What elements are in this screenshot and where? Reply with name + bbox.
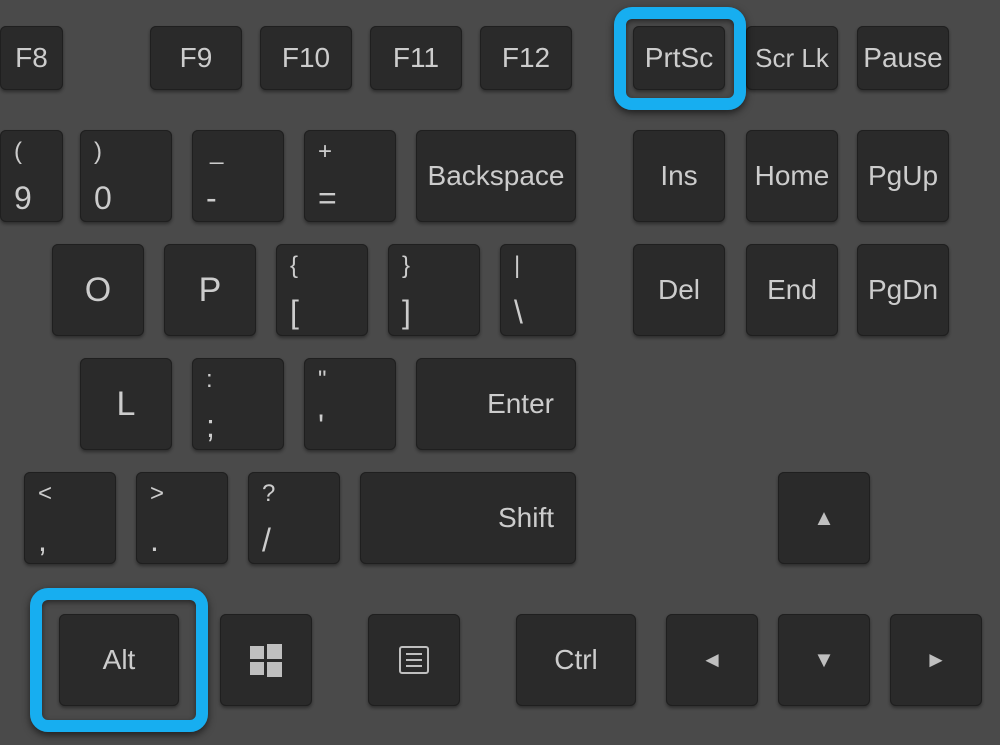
key-label: Home <box>755 160 830 192</box>
key-upper: ) <box>94 140 102 164</box>
key-label: F10 <box>282 42 330 74</box>
key-menu[interactable] <box>368 614 460 706</box>
key-label: F12 <box>502 42 550 74</box>
key-label: F9 <box>180 42 213 74</box>
key-pause[interactable]: Pause <box>857 26 949 90</box>
key-lower: - <box>206 182 217 214</box>
windows-icon <box>249 643 283 677</box>
key-arrow-up[interactable]: ▲ <box>778 472 870 564</box>
key-label: End <box>767 274 817 306</box>
key-prtsc[interactable]: PrtSc <box>633 26 725 90</box>
keyboard: F8 F9 F10 F11 F12 PrtSc Scr Lk Pause ( 9… <box>0 0 1000 745</box>
key-l[interactable]: L <box>80 358 172 450</box>
key-minus[interactable]: _ - <box>192 130 284 222</box>
key-enter[interactable]: Enter <box>416 358 576 450</box>
key-f12[interactable]: F12 <box>480 26 572 90</box>
key-alt[interactable]: Alt <box>59 614 179 706</box>
key-upper: _ <box>206 140 223 164</box>
key-arrow-down[interactable]: ▼ <box>778 614 870 706</box>
key-upper: : <box>206 368 213 392</box>
key-f11[interactable]: F11 <box>370 26 462 90</box>
key-0[interactable]: ) 0 <box>80 130 172 222</box>
key-label: Del <box>658 274 700 306</box>
key-label: Shift <box>498 502 554 534</box>
key-upper: < <box>38 482 52 506</box>
key-label: Scr Lk <box>755 43 829 74</box>
key-lower: ' <box>318 410 324 442</box>
key-lower: = <box>318 182 337 214</box>
arrow-right-icon: ► <box>925 647 947 673</box>
key-period[interactable]: > . <box>136 472 228 564</box>
key-o[interactable]: O <box>52 244 144 336</box>
key-lower: / <box>262 524 271 556</box>
key-label: F8 <box>15 42 48 74</box>
key-upper: " <box>318 368 327 392</box>
menu-icon <box>399 646 429 674</box>
key-upper: } <box>402 254 410 278</box>
key-9[interactable]: ( 9 <box>0 130 63 222</box>
key-backslash[interactable]: | \ <box>500 244 576 336</box>
key-del[interactable]: Del <box>633 244 725 336</box>
key-label: PrtSc <box>645 42 713 74</box>
key-upper: | <box>514 254 520 278</box>
key-lower: \ <box>514 296 523 328</box>
key-end[interactable]: End <box>746 244 838 336</box>
key-lower: 0 <box>94 182 112 214</box>
key-ins[interactable]: Ins <box>633 130 725 222</box>
key-comma[interactable]: < , <box>24 472 116 564</box>
key-scrlk[interactable]: Scr Lk <box>746 26 838 90</box>
key-lower: , <box>38 524 47 556</box>
key-bracket-right[interactable]: } ] <box>388 244 480 336</box>
key-lower: 9 <box>14 182 32 214</box>
key-label: Ctrl <box>554 644 598 676</box>
key-label: L <box>117 385 136 424</box>
key-slash[interactable]: ? / <box>248 472 340 564</box>
key-arrow-right[interactable]: ► <box>890 614 982 706</box>
key-label: Ins <box>660 160 697 192</box>
key-f10[interactable]: F10 <box>260 26 352 90</box>
key-label: P <box>199 271 222 310</box>
key-lower: ; <box>206 410 215 442</box>
key-label: PgUp <box>868 160 938 192</box>
key-p[interactable]: P <box>164 244 256 336</box>
key-label: Alt <box>103 644 136 676</box>
key-ctrl[interactable]: Ctrl <box>516 614 636 706</box>
key-upper: { <box>290 254 298 278</box>
key-home[interactable]: Home <box>746 130 838 222</box>
key-label: Pause <box>863 42 942 74</box>
key-lower: [ <box>290 296 299 328</box>
arrow-down-icon: ▼ <box>813 647 835 673</box>
key-backspace[interactable]: Backspace <box>416 130 576 222</box>
key-pgdn[interactable]: PgDn <box>857 244 949 336</box>
key-bracket-left[interactable]: { [ <box>276 244 368 336</box>
key-shift[interactable]: Shift <box>360 472 576 564</box>
arrow-up-icon: ▲ <box>813 505 835 531</box>
key-quote[interactable]: " ' <box>304 358 396 450</box>
key-equals[interactable]: + = <box>304 130 396 222</box>
key-label: F11 <box>393 42 439 74</box>
key-upper: ? <box>262 482 275 506</box>
key-label: PgDn <box>868 274 938 306</box>
key-f8[interactable]: F8 <box>0 26 63 90</box>
arrow-left-icon: ◄ <box>701 647 723 673</box>
key-pgup[interactable]: PgUp <box>857 130 949 222</box>
key-label: Backspace <box>428 160 565 192</box>
key-f9[interactable]: F9 <box>150 26 242 90</box>
key-upper: + <box>318 140 332 164</box>
key-lower: . <box>150 524 159 556</box>
key-label: O <box>85 271 111 310</box>
key-label: Enter <box>487 388 554 420</box>
key-semicolon[interactable]: : ; <box>192 358 284 450</box>
key-upper: ( <box>14 140 22 164</box>
key-windows[interactable] <box>220 614 312 706</box>
key-arrow-left[interactable]: ◄ <box>666 614 758 706</box>
key-lower: ] <box>402 296 411 328</box>
key-upper: > <box>150 482 164 506</box>
